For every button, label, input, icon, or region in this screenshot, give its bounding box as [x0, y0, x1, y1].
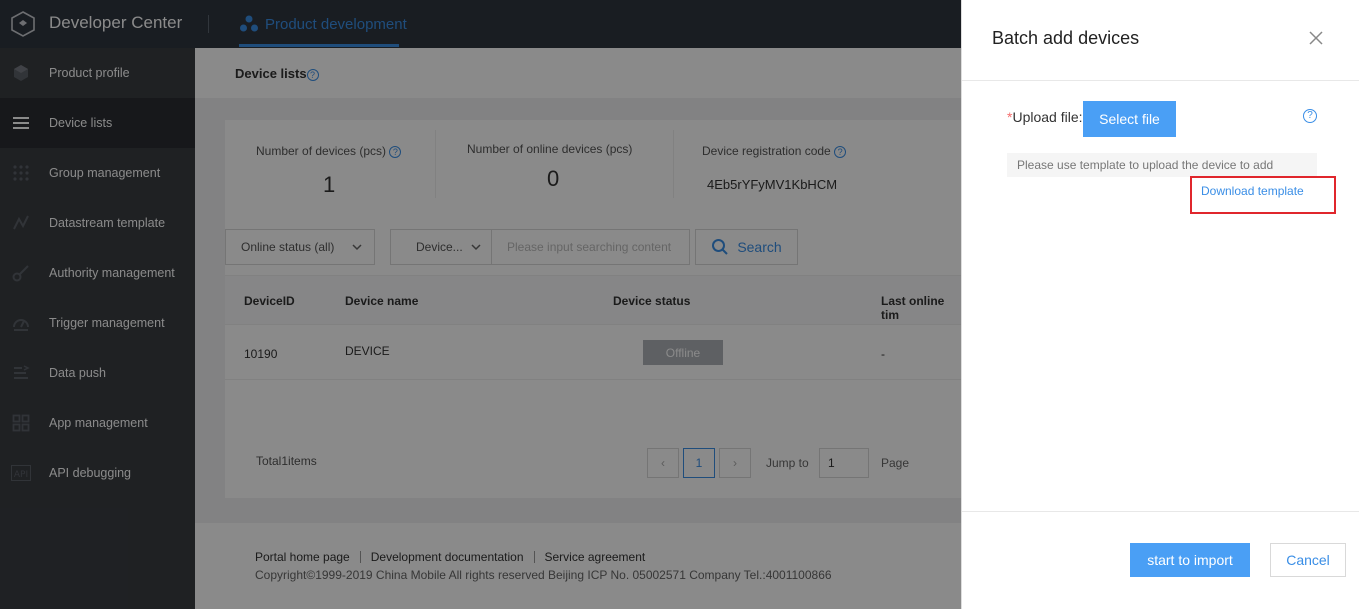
select-file-button[interactable]: Select file [1083, 101, 1176, 137]
modal-overlay[interactable] [0, 0, 961, 609]
close-icon[interactable] [1308, 30, 1324, 46]
drawer-title: Batch add devices [992, 28, 1140, 48]
divider [962, 511, 1359, 512]
divider [962, 80, 1359, 81]
help-icon[interactable]: ? [1303, 109, 1317, 123]
upload-hint: Please use template to upload the device… [1007, 153, 1317, 177]
start-import-button[interactable]: start to import [1130, 543, 1250, 577]
batch-add-drawer: Batch add devices *Upload file: Select f… [961, 0, 1359, 609]
upload-file-label: *Upload file: [1007, 109, 1083, 125]
cancel-button[interactable]: Cancel [1270, 543, 1346, 577]
highlight-box [1190, 176, 1336, 214]
